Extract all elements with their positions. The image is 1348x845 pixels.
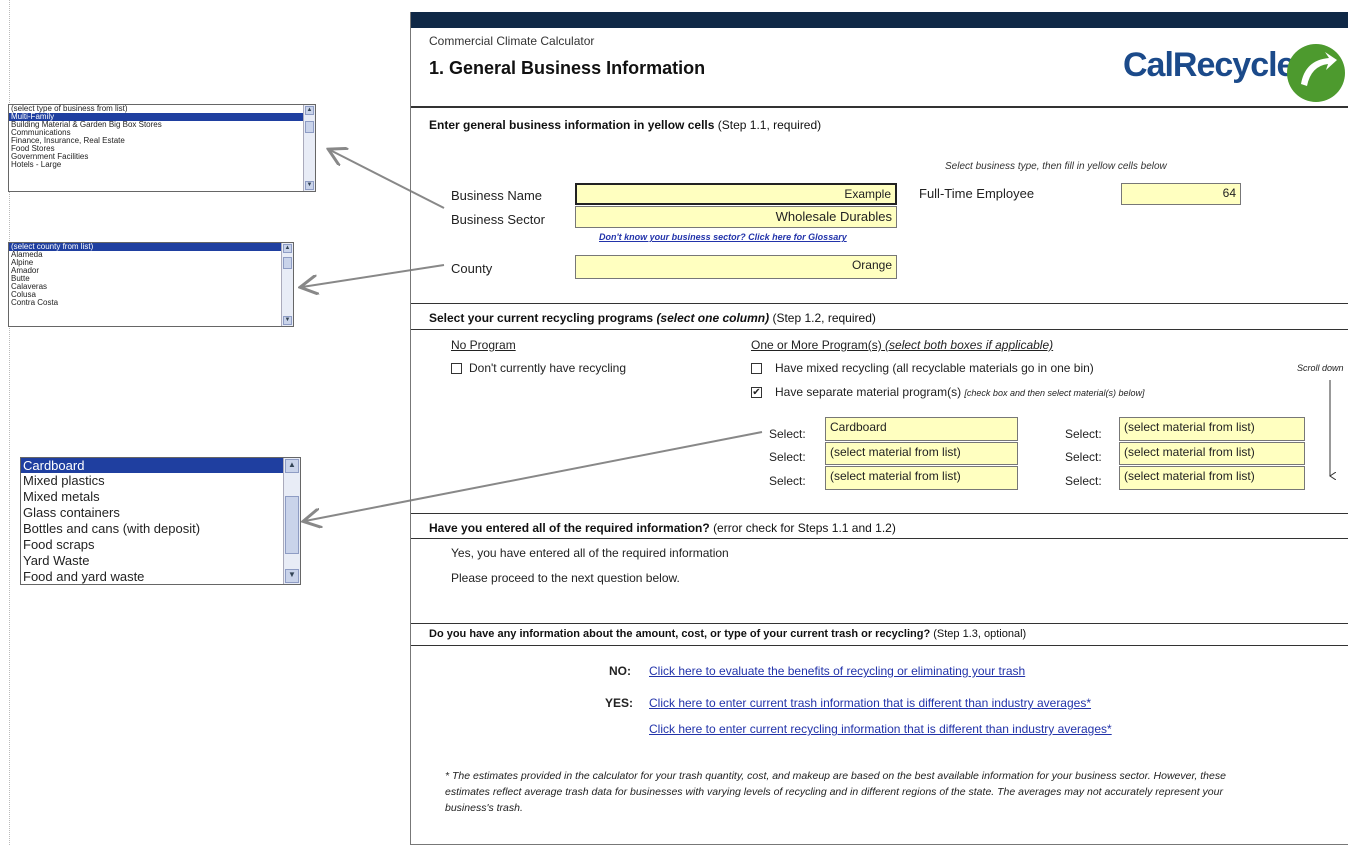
material-select-2[interactable]: (select material from list) (825, 442, 1018, 465)
select-label: Select: (769, 427, 806, 441)
divider (411, 623, 1348, 624)
enter-recycling-info-link[interactable]: Click here to enter current recycling in… (649, 722, 1112, 736)
mixed-recycling-label: Have mixed recycling (all recyclable mat… (775, 361, 1094, 375)
select-label: Select: (1065, 474, 1102, 488)
business-sector-label: Business Sector (451, 212, 545, 227)
separate-program-checkbox[interactable]: ✔ (751, 387, 762, 398)
enter-trash-info-link[interactable]: Click here to enter current trash inform… (649, 696, 1091, 710)
no-program-label: No Program (451, 338, 516, 352)
material-select-1[interactable]: Cardboard (825, 417, 1018, 441)
select-label: Select: (1065, 427, 1102, 441)
app-title: Commercial Climate Calculator (429, 34, 595, 48)
check-message: Yes, you have entered all of the require… (451, 546, 729, 560)
no-recycling-checkbox[interactable] (451, 363, 462, 374)
material-select-3[interactable]: (select material from list) (825, 466, 1018, 490)
divider (411, 645, 1348, 646)
no-label: NO: (609, 664, 631, 678)
divider (411, 106, 1348, 108)
yes-label: YES: (605, 696, 634, 710)
business-sector-field[interactable]: Wholesale Durables (575, 206, 897, 228)
divider (411, 538, 1348, 539)
material-select-4[interactable]: (select material from list) (1119, 417, 1305, 441)
divider (411, 329, 1348, 330)
evaluate-benefits-link[interactable]: Click here to evaluate the benefits of r… (649, 664, 1025, 678)
recycle-logo-icon (1287, 44, 1345, 102)
scroll-down-hint: Scroll down (1297, 363, 1344, 373)
county-label: County (451, 261, 493, 276)
county-field[interactable]: Orange (575, 255, 897, 279)
divider (411, 513, 1348, 514)
business-type-hint: Select business type, then fill in yello… (945, 161, 1167, 172)
step-1-1-heading: Enter general business information in ye… (429, 118, 822, 132)
calculator-sheet: Commercial Climate Calculator 1. General… (410, 12, 1348, 845)
step-1-2-heading: Select your current recycling programs (… (429, 311, 876, 325)
business-name-label: Business Name (451, 188, 543, 203)
step-1-3-heading: Do you have any information about the am… (429, 628, 1027, 640)
error-check-heading: Have you entered all of the required inf… (429, 521, 896, 535)
proceed-message: Please proceed to the next question belo… (451, 571, 680, 585)
select-label: Select: (769, 450, 806, 464)
page-title: 1. General Business Information (429, 58, 706, 78)
select-label: Select: (1065, 450, 1102, 464)
employee-label: Full-Time Employee (919, 186, 1035, 201)
top-bar (411, 12, 1348, 28)
material-select-6[interactable]: (select material from list) (1119, 466, 1305, 490)
divider (411, 303, 1348, 304)
calrecycle-logo: CalRecycle (1123, 46, 1295, 84)
business-name-field[interactable]: Example (575, 183, 897, 205)
glossary-link[interactable]: Don't know your business sector? Click h… (599, 232, 847, 242)
mixed-recycling-checkbox[interactable] (751, 363, 762, 374)
no-recycling-label: Don't currently have recycling (469, 361, 627, 375)
separate-program-label: Have separate material program(s) [check… (775, 385, 1145, 399)
material-select-5[interactable]: (select material from list) (1119, 442, 1305, 465)
one-or-more-label: One or More Program(s) (select both boxe… (751, 338, 1054, 352)
footnote: * The estimates provided in the calculat… (445, 770, 1226, 814)
select-label: Select: (769, 474, 806, 488)
employee-field[interactable]: 64 (1121, 183, 1241, 205)
